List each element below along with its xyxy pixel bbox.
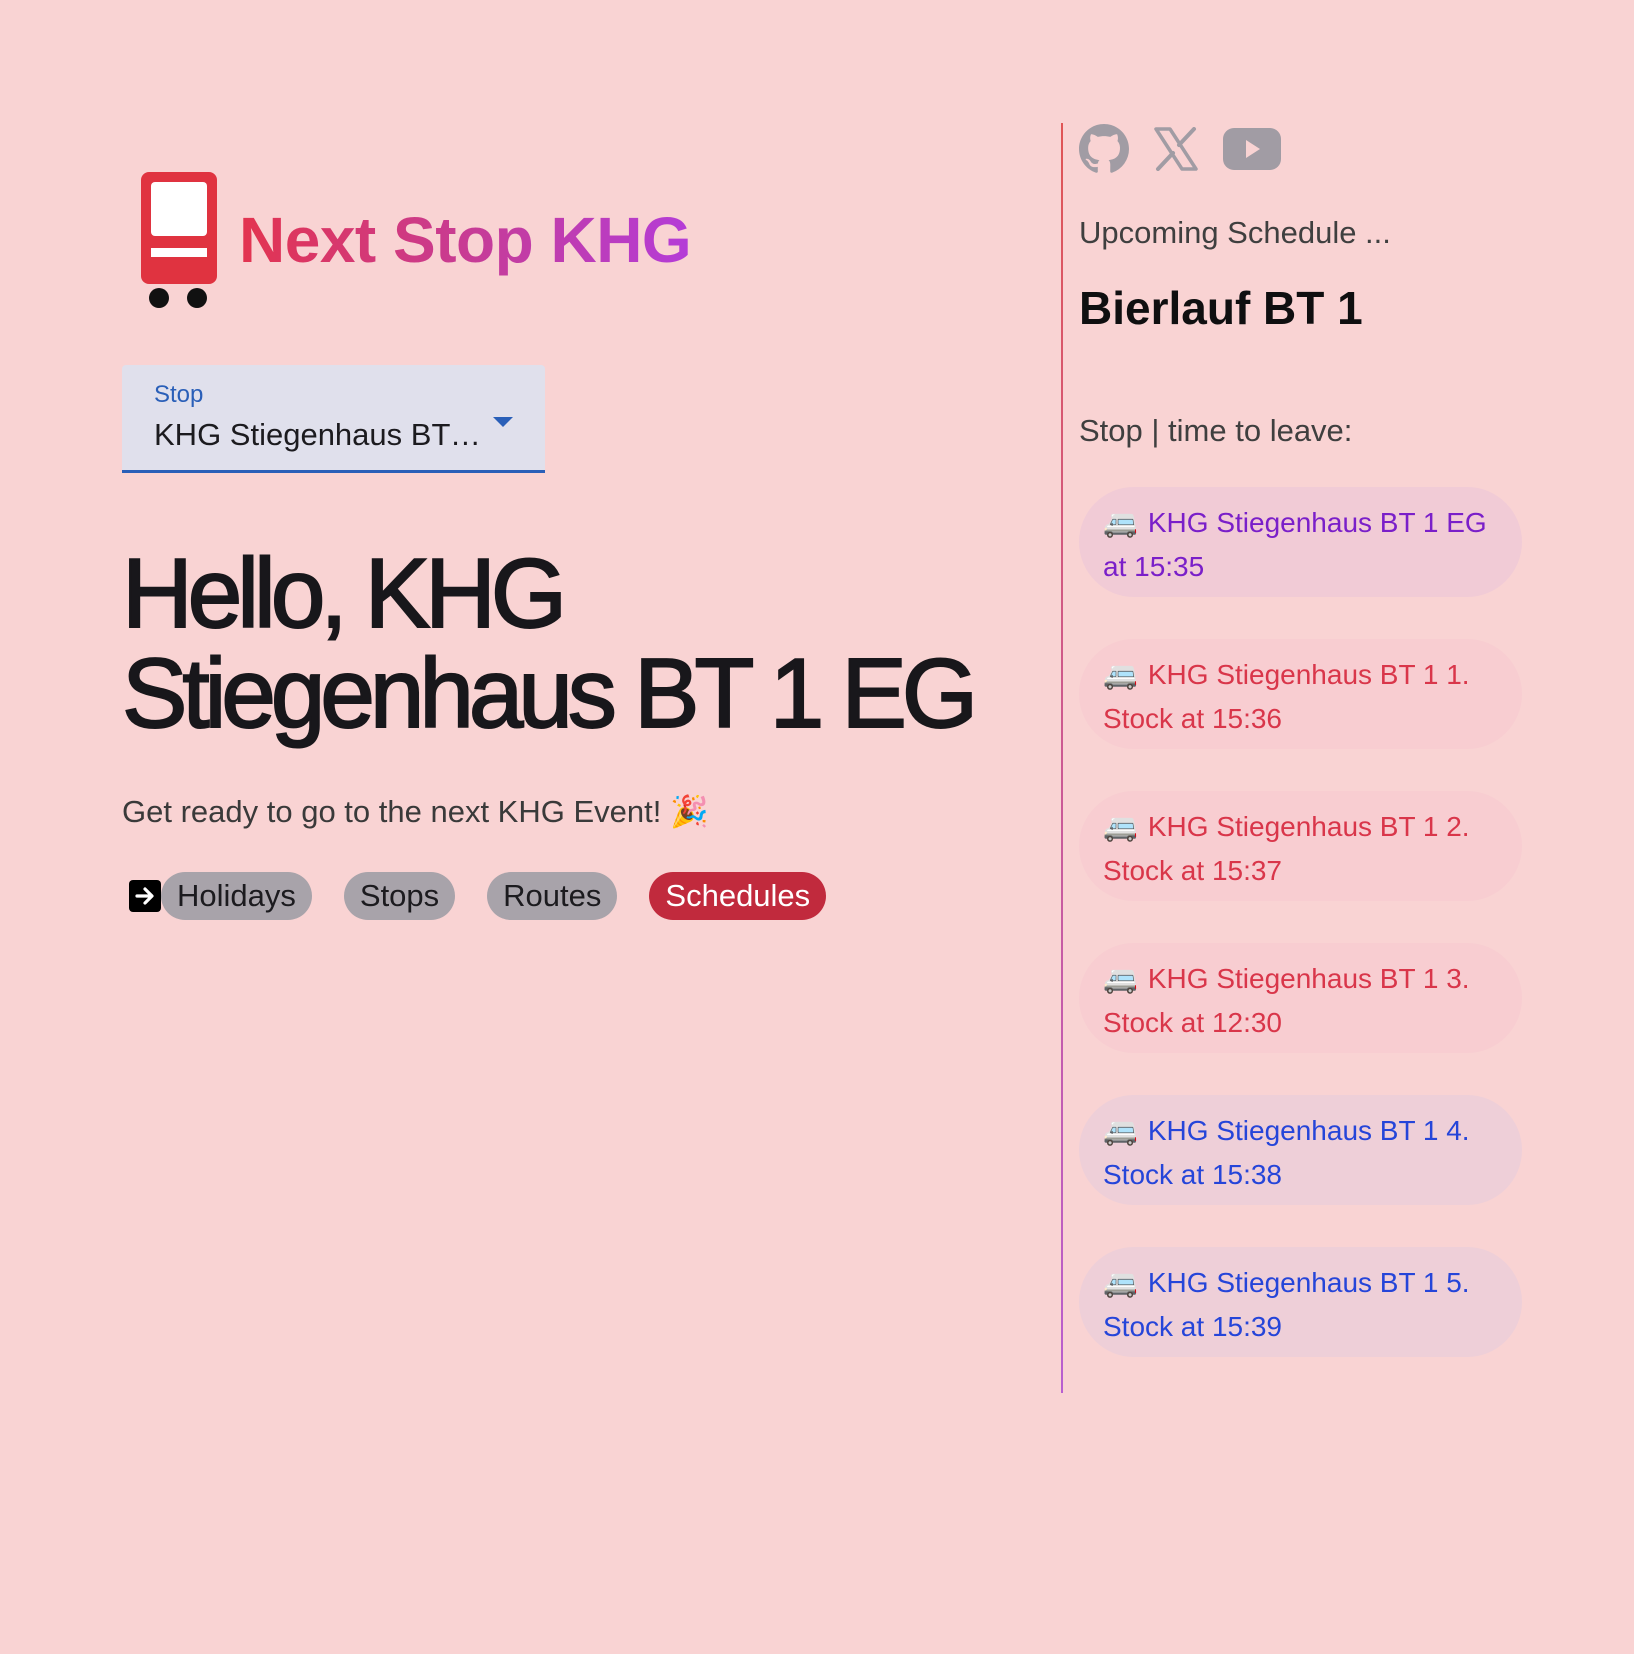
schedule-item-text: KHG Stiegenhaus BT 1 4. Stock at 15:38: [1103, 1115, 1470, 1190]
nav-stops-button[interactable]: Stops: [343, 872, 456, 920]
minibus-icon: 🚐: [1103, 659, 1138, 690]
schedule-item[interactable]: 🚐 KHG Stiegenhaus BT 1 5. Stock at 15:39: [1079, 1247, 1522, 1357]
schedule-item[interactable]: 🚐 KHG Stiegenhaus BT 1 2. Stock at 15:37: [1079, 791, 1522, 901]
minibus-icon: 🚐: [1103, 1115, 1138, 1146]
minibus-icon: 🚐: [1103, 1267, 1138, 1298]
bus-stop-logo-icon: [141, 172, 217, 308]
caret-down-icon[interactable]: [493, 417, 513, 427]
greeting-heading: Hello, KHG Stiegenhaus BT 1 EG: [121, 542, 982, 744]
brand-header: Next Stop KHG: [122, 170, 982, 310]
arrow-right-icon: [135, 887, 154, 905]
youtube-icon[interactable]: [1223, 128, 1281, 170]
enter-arrow-icon[interactable]: [129, 880, 161, 912]
schedule-item-text: KHG Stiegenhaus BT 1 2. Stock at 15:37: [1103, 811, 1470, 886]
x-icon[interactable]: [1153, 127, 1199, 171]
minibus-icon: 🚐: [1103, 507, 1138, 538]
sidebar: Upcoming Schedule ... Bierlauf BT 1 Stop…: [1079, 123, 1534, 1399]
social-links: [1079, 123, 1534, 175]
tagline: Get ready to go to the next KHG Event! 🎉: [122, 794, 709, 829]
schedule-list: 🚐 KHG Stiegenhaus BT 1 EG at 15:35 🚐 KHG St…: [1079, 487, 1534, 1357]
nav-holidays-button[interactable]: Holidays: [161, 872, 312, 920]
schedule-item[interactable]: 🚐 KHG Stiegenhaus BT 1 1. Stock at 15:36: [1079, 639, 1522, 749]
event-title: Bierlauf BT 1: [1079, 282, 1363, 334]
greeting-line-2: Stiegenhaus BT 1 EG: [121, 638, 979, 748]
stop-time-label: Stop | time to leave:: [1079, 413, 1353, 448]
main-content: Next Stop KHG Stop KHG Stiegenhaus BT 1 …: [121, 170, 982, 920]
nav-bar: Holidays Stops Routes Schedules: [122, 872, 982, 920]
nav-routes-button[interactable]: Routes: [487, 872, 618, 920]
stop-select-label: Stop: [154, 381, 204, 408]
upcoming-schedule-label: Upcoming Schedule ...: [1079, 215, 1391, 250]
minibus-icon: 🚐: [1103, 963, 1138, 994]
minibus-icon: 🚐: [1103, 811, 1138, 842]
schedule-item-text: KHG Stiegenhaus BT 1 5. Stock at 15:39: [1103, 1267, 1470, 1342]
app-title[interactable]: Next Stop KHG: [239, 203, 692, 277]
schedule-item[interactable]: 🚐 KHG Stiegenhaus BT 1 4. Stock at 15:38: [1079, 1095, 1522, 1205]
stop-select-value: KHG Stiegenhaus BT 1 EG: [154, 417, 489, 452]
schedule-item-text: KHG Stiegenhaus BT 1 EG at 15:35: [1103, 507, 1487, 582]
stop-select[interactable]: Stop KHG Stiegenhaus BT 1 EG: [122, 365, 545, 473]
greeting-line-1: Hello, KHG: [121, 538, 568, 648]
github-icon[interactable]: [1079, 124, 1129, 174]
schedule-item[interactable]: 🚐 KHG Stiegenhaus BT 1 3. Stock at 12:30: [1079, 943, 1522, 1053]
nav-schedules-button[interactable]: Schedules: [649, 872, 827, 920]
schedule-item-text: KHG Stiegenhaus BT 1 3. Stock at 12:30: [1103, 963, 1470, 1038]
schedule-item[interactable]: 🚐 KHG Stiegenhaus BT 1 EG at 15:35: [1079, 487, 1522, 597]
sidebar-divider: [1061, 123, 1063, 1393]
schedule-item-text: KHG Stiegenhaus BT 1 1. Stock at 15:36: [1103, 659, 1470, 734]
